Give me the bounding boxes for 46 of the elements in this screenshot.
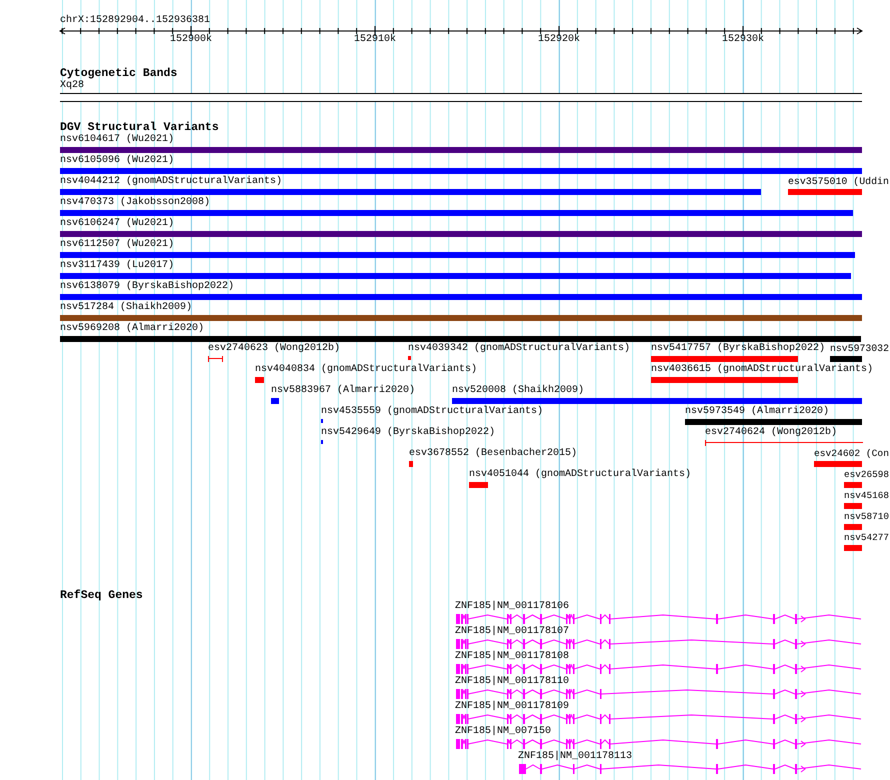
- feature-label: nsv5429649 (ByrskaBishop2022): [321, 427, 496, 438]
- feature-label: nsv470373 (Jakobsson2008): [60, 197, 210, 208]
- feature-label: nsv5973549 (Almarri2020): [685, 406, 830, 417]
- transcript-label: ZNF185|NM_001178108: [455, 651, 570, 662]
- cytoband-label: Xq28: [60, 80, 84, 91]
- feature-label: nsv6104617 (Wu2021): [60, 134, 174, 145]
- feature-label: nsv4051044 (gnomADStructuralVariants): [469, 469, 692, 480]
- location-label: chrX:152892904..152936381: [60, 15, 210, 26]
- feature-label: nsv45168: [844, 490, 889, 501]
- track-title: DGV Structural Variants: [60, 121, 219, 134]
- feature-label: nsv4036615 (gnomADStructuralVariants): [651, 364, 874, 375]
- feature-label: esv26598: [844, 469, 889, 480]
- feature-label: esv24602 (Con: [814, 448, 889, 459]
- feature-label: nsv6138079 (ByrskaBishop2022): [60, 281, 234, 292]
- transcript-label: ZNF185|NM_001178107: [455, 626, 570, 637]
- feature-label: esv3678552 (Besenbacher2015): [409, 448, 578, 459]
- transcript-label: ZNF185|NM_007150: [455, 726, 552, 737]
- feature-label: nsv520008 (Shaikh2009): [452, 385, 584, 396]
- feature-label: esv2740623 (Wong2012b): [208, 343, 340, 354]
- feature-label: nsv4535559 (gnomADStructuralVariants): [321, 406, 544, 417]
- feature-label: nsv5883967 (Almarri2020): [271, 385, 416, 396]
- track-title: RefSeq Genes: [60, 589, 143, 602]
- feature-label: nsv6106247 (Wu2021): [60, 218, 174, 229]
- feature-label: nsv5417757 (ByrskaBishop2022): [651, 343, 826, 354]
- transcript-label: ZNF185|NM_001178106: [455, 601, 570, 612]
- track-title: Cytogenetic Bands: [60, 67, 178, 80]
- feature-label: nsv58710: [844, 511, 889, 522]
- feature-label: nsv4044212 (gnomADStructuralVariants): [60, 176, 282, 187]
- tick-label: 152930k: [722, 34, 764, 45]
- feature-label: nsv6105096 (Wu2021): [60, 155, 174, 166]
- tick-label: 152900k: [170, 34, 212, 45]
- feature-label: nsv5973032: [830, 343, 889, 354]
- tick-label: 152910k: [354, 34, 396, 45]
- feature-label: esv2740624 (Wong2012b): [705, 427, 838, 438]
- transcript-label: ZNF185|NM_001178113: [518, 751, 632, 762]
- feature-label: nsv54277: [844, 532, 889, 543]
- transcript-label: ZNF185|NM_001178110: [455, 676, 570, 687]
- feature-label: nsv4040834 (gnomADStructuralVariants): [255, 364, 478, 375]
- feature-label: esv3575010 (Uddin: [788, 176, 889, 187]
- feature-label: nsv3117439 (Lu2017): [60, 260, 174, 271]
- feature-label: nsv4039342 (gnomADStructuralVariants): [408, 343, 630, 354]
- tick-label: 152920k: [538, 34, 580, 45]
- feature-label: nsv5969208 (Almarri2020): [60, 323, 204, 334]
- feature-label: nsv6112507 (Wu2021): [60, 239, 174, 250]
- feature-label: nsv517284 (Shaikh2009): [60, 302, 192, 313]
- transcript-label: ZNF185|NM_001178109: [455, 701, 570, 712]
